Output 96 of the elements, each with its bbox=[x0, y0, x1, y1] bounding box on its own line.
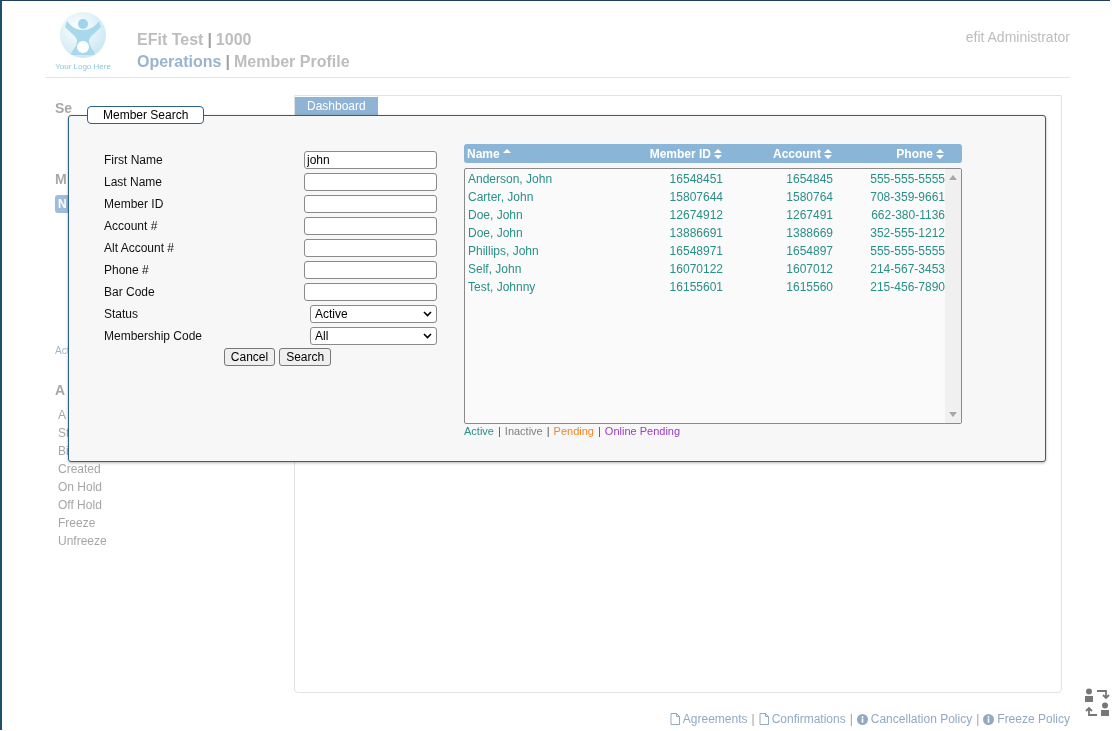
status-legend-item: Active bbox=[464, 425, 494, 437]
table-cell[interactable]: 1615560 bbox=[723, 280, 833, 294]
table-cell[interactable]: 555-555-5555 bbox=[833, 172, 945, 186]
table-cell[interactable]: 555-555-5555 bbox=[833, 244, 945, 258]
table-cell[interactable]: Anderson, John bbox=[468, 172, 628, 186]
table-cell[interactable]: 1580764 bbox=[723, 190, 833, 204]
text-field[interactable] bbox=[304, 239, 437, 257]
text-field[interactable] bbox=[304, 217, 437, 235]
logo-text: Your Logo Here bbox=[55, 62, 111, 71]
sidebar-item[interactable]: A bbox=[55, 406, 66, 424]
table-cell[interactable]: 1654897 bbox=[723, 244, 833, 258]
sidebar-item[interactable]: Bi bbox=[55, 442, 69, 460]
table-cell[interactable]: 1654845 bbox=[723, 172, 833, 186]
text-field[interactable]: john bbox=[304, 151, 437, 169]
field-label: Status bbox=[104, 307, 139, 321]
dialog-title: Member Search bbox=[87, 106, 205, 124]
separator: | bbox=[225, 53, 230, 71]
table-cell[interactable]: Doe, John bbox=[468, 208, 628, 222]
info-icon bbox=[856, 713, 868, 725]
scroll-down-icon[interactable] bbox=[949, 412, 957, 417]
field-label: Bar Code bbox=[104, 285, 155, 299]
table-cell[interactable]: 662-380-1136 bbox=[833, 208, 945, 222]
table-cell[interactable]: Phillips, John bbox=[468, 244, 628, 258]
footer-link[interactable]: Freeze Policy bbox=[983, 712, 1070, 726]
chevron-down-icon bbox=[423, 311, 432, 317]
field-label: Phone # bbox=[104, 263, 149, 277]
company-name: EFit Test bbox=[137, 31, 204, 49]
table-cell[interactable]: 214-567-3453 bbox=[833, 262, 945, 276]
table-cell[interactable]: 16155601 bbox=[628, 280, 723, 294]
page-title: Member Profile bbox=[233, 53, 350, 71]
footer-link[interactable]: Confirmations bbox=[758, 712, 846, 726]
table-cell[interactable]: 13886691 bbox=[628, 226, 723, 240]
logo-icon bbox=[59, 11, 107, 59]
table-cell[interactable]: 16070122 bbox=[628, 262, 723, 276]
section-link[interactable]: Operations bbox=[137, 53, 222, 71]
company-id: 1000 bbox=[215, 31, 252, 49]
swap-users-icon[interactable] bbox=[1084, 688, 1110, 718]
column-header[interactable]: Phone bbox=[832, 146, 944, 161]
text-field[interactable] bbox=[304, 173, 437, 191]
field-label: Membership Code bbox=[104, 329, 203, 343]
sidebar-item[interactable]: Freeze bbox=[55, 514, 96, 532]
dropdown[interactable]: All bbox=[310, 327, 437, 345]
table-cell[interactable]: 15807644 bbox=[628, 190, 723, 204]
sidebar-heading: M bbox=[55, 171, 68, 187]
separator: | bbox=[497, 425, 501, 437]
separator: | bbox=[976, 712, 980, 726]
table-cell[interactable]: 1388669 bbox=[723, 226, 833, 240]
sidebar-item[interactable]: Created bbox=[55, 460, 101, 478]
table-cell[interactable]: 708-359-9661 bbox=[833, 190, 945, 204]
column-header[interactable]: Account bbox=[722, 146, 832, 161]
sidebar-item[interactable]: Unfreeze bbox=[55, 532, 107, 550]
dialog-button[interactable]: Cancel bbox=[223, 348, 276, 366]
column-header[interactable]: Member ID bbox=[627, 146, 722, 161]
field-label: Member ID bbox=[104, 197, 164, 211]
column-header[interactable]: Name bbox=[467, 146, 627, 161]
dropdown[interactable]: Active bbox=[310, 305, 437, 323]
scroll-up-icon[interactable] bbox=[949, 175, 957, 180]
table-cell[interactable]: 16548971 bbox=[628, 244, 723, 258]
table-cell[interactable]: Test, Johnny bbox=[468, 280, 628, 294]
sidebar-item[interactable]: Off Hold bbox=[55, 496, 102, 514]
scrollbar[interactable] bbox=[945, 169, 961, 423]
info-icon bbox=[983, 713, 995, 725]
table-cell[interactable]: Self, John bbox=[468, 262, 628, 276]
sidebar-heading: A bbox=[55, 382, 67, 398]
table-cell[interactable]: 352-555-1212 bbox=[833, 226, 945, 240]
field-label: First Name bbox=[104, 153, 163, 167]
table-cell[interactable]: 12674912 bbox=[628, 208, 723, 222]
separator: | bbox=[849, 712, 853, 726]
status-legend-item: Inactive bbox=[504, 425, 543, 437]
pdf-file-icon bbox=[758, 713, 769, 725]
sidebar-item[interactable]: On Hold bbox=[55, 478, 103, 496]
text-field[interactable] bbox=[304, 195, 437, 213]
tab[interactable]: Dashboard bbox=[295, 97, 378, 115]
chevron-down-icon bbox=[423, 333, 432, 339]
separator: | bbox=[207, 31, 212, 49]
field-label: Alt Account # bbox=[104, 241, 175, 255]
table-cell[interactable]: 1607012 bbox=[723, 262, 833, 276]
field-label: Account # bbox=[104, 219, 158, 233]
separator: | bbox=[751, 712, 755, 726]
pdf-file-icon bbox=[669, 713, 680, 725]
text-field[interactable] bbox=[304, 283, 437, 301]
sidebar-heading: Se bbox=[55, 100, 70, 116]
separator: | bbox=[598, 425, 601, 437]
footer-link[interactable]: Cancellation Policy bbox=[856, 712, 973, 726]
table-cell[interactable]: Carter, John bbox=[468, 190, 628, 204]
separator: | bbox=[546, 425, 550, 437]
table-cell[interactable]: Doe, John bbox=[468, 226, 628, 240]
field-label: Last Name bbox=[104, 175, 163, 189]
dialog-button[interactable]: Search bbox=[279, 348, 332, 366]
table-cell[interactable]: 215-456-7890 bbox=[833, 280, 945, 294]
status-legend-item: Online Pending bbox=[604, 425, 681, 437]
table-cell[interactable]: 16548451 bbox=[628, 172, 723, 186]
status-legend-item: Pending bbox=[553, 425, 594, 437]
table-cell[interactable]: 1267491 bbox=[723, 208, 833, 222]
text-field[interactable] bbox=[304, 261, 437, 279]
footer-link[interactable]: Agreements bbox=[669, 712, 748, 726]
